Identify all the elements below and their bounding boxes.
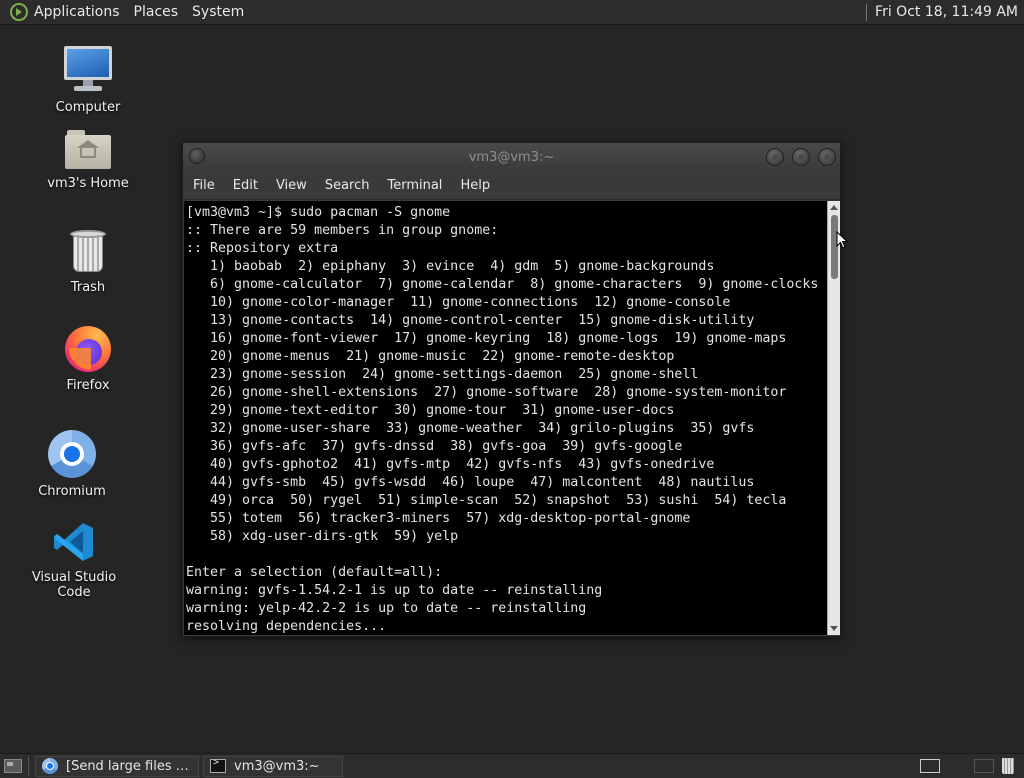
- taskbar-item-chromium[interactable]: [Send large files up ...: [35, 755, 199, 777]
- close-button[interactable]: [818, 148, 836, 166]
- desktop-icon-label: Chromium: [38, 484, 106, 499]
- places-menu[interactable]: Places: [134, 4, 179, 20]
- terminal-menubar: File Edit View Search Terminal Help: [183, 171, 840, 200]
- terminal-line: 10) gnome-color-manager 11) gnome-connec…: [186, 295, 731, 310]
- show-desktop-icon[interactable]: [4, 759, 22, 773]
- terminal-line: Enter a selection (default=all):: [186, 565, 443, 580]
- terminal-line: 16) gnome-font-viewer 17) gnome-keyring …: [186, 331, 787, 346]
- menu-file[interactable]: File: [193, 178, 215, 193]
- terminal-line: 6) gnome-calculator 7) gnome-calendar 8)…: [186, 277, 819, 292]
- taskbar-item-terminal[interactable]: vm3@vm3:~: [203, 755, 343, 777]
- terminal-line: warning: gvfs-1.54.2-1 is up to date -- …: [186, 583, 603, 598]
- terminal-line: 23) gnome-session 24) gnome-settings-dae…: [186, 367, 699, 382]
- computer-icon: [63, 44, 113, 94]
- terminal-line: 32) gnome-user-share 33) gnome-weather 3…: [186, 421, 755, 436]
- minimize-button[interactable]: [766, 148, 784, 166]
- firefox-icon: [65, 326, 111, 372]
- terminal-line: 49) orca 50) rygel 51) simple-scan 52) s…: [186, 493, 787, 508]
- desktop-icon-label: Visual Studio Code: [31, 570, 117, 600]
- terminal-line: 55) totem 56) tracker3-miners 57) xdg-de…: [186, 511, 691, 526]
- terminal-line: :: There are 59 members in group gnome:: [186, 223, 499, 238]
- terminal-output[interactable]: [vm3@vm3 ~]$ sudo pacman -S gnome:: Ther…: [184, 201, 827, 635]
- trash-icon: [70, 230, 106, 274]
- terminal-line: 36) gvfs-afc 37) gvfs-dnssd 38) gvfs-goa…: [186, 439, 683, 454]
- workspace-switcher-2[interactable]: [974, 759, 994, 773]
- bottom-panel: [Send large files up ... vm3@vm3:~: [0, 753, 1024, 778]
- terminal-line: warning: yelp-42.2-2 is up to date -- re…: [186, 601, 587, 616]
- home-folder-icon: [65, 128, 111, 170]
- desktop-icon-trash[interactable]: Trash: [28, 230, 148, 295]
- window-titlebar[interactable]: vm3@vm3:~: [183, 143, 840, 171]
- terminal-line: 40) gvfs-gphoto2 41) gvfs-mtp 42) gvfs-n…: [186, 457, 715, 472]
- vscode-icon: [52, 520, 96, 564]
- trash-applet-icon[interactable]: [1002, 758, 1014, 774]
- taskbar-item-label: [Send large files up ...: [66, 758, 192, 774]
- desktop-icon-label: Firefox: [66, 378, 110, 393]
- mouse-pointer-icon: [836, 231, 848, 249]
- menu-help[interactable]: Help: [460, 178, 490, 193]
- terminal-line: :: Repository extra: [186, 241, 339, 256]
- desktop-icon-home[interactable]: vm3's Home: [28, 128, 148, 191]
- system-menu[interactable]: System: [192, 4, 244, 20]
- window-title: vm3@vm3:~: [468, 149, 555, 165]
- menu-view[interactable]: View: [276, 178, 307, 193]
- chromium-icon: [48, 430, 96, 478]
- terminal-line: 13) gnome-contacts 14) gnome-control-cen…: [186, 313, 755, 328]
- menu-terminal[interactable]: Terminal: [387, 178, 442, 193]
- terminal-line: 44) gvfs-smb 45) gvfs-wsdd 46) loupe 47)…: [186, 475, 755, 490]
- top-panel: Applications Places System Fri Oct 18, 1…: [0, 0, 1024, 25]
- clock[interactable]: Fri Oct 18, 11:49 AM: [875, 4, 1018, 20]
- taskbar-item-label: vm3@vm3:~: [234, 758, 320, 774]
- terminal-line: 58) xdg-user-dirs-gtk 59) yelp: [186, 529, 459, 544]
- menu-search[interactable]: Search: [325, 178, 370, 193]
- desktop-icon-computer[interactable]: Computer: [28, 44, 148, 115]
- menu-edit[interactable]: Edit: [233, 178, 258, 193]
- desktop-icon-label: vm3's Home: [47, 176, 129, 191]
- distro-logo-icon[interactable]: [10, 3, 28, 21]
- terminal-line: 26) gnome-shell-extensions 27) gnome-sof…: [186, 385, 787, 400]
- desktop-icon-firefox[interactable]: Firefox: [28, 326, 148, 393]
- panel-separator: [28, 756, 29, 776]
- panel-separator: [866, 3, 868, 21]
- desktop-icon-chromium[interactable]: Chromium: [12, 430, 132, 499]
- scroll-down-arrow-icon[interactable]: [830, 626, 838, 631]
- terminal-window[interactable]: vm3@vm3:~ File Edit View Search Terminal…: [182, 142, 841, 637]
- desktop-icon-vscode[interactable]: Visual Studio Code: [14, 520, 134, 600]
- window-menu-button[interactable]: [189, 148, 205, 164]
- applications-menu[interactable]: Applications: [34, 4, 120, 20]
- desktop-icon-label: Trash: [70, 280, 106, 295]
- terminal-icon: [210, 757, 226, 773]
- terminal-line: resolving dependencies...: [186, 619, 387, 634]
- terminal-line: 1) baobab 2) epiphany 3) evince 4) gdm 5…: [186, 259, 715, 274]
- terminal-line: 20) gnome-menus 21) gnome-music 22) gnom…: [186, 349, 675, 364]
- terminal-line: 29) gnome-text-editor 30) gnome-tour 31)…: [186, 403, 675, 418]
- chromium-icon: [42, 758, 58, 774]
- desktop-icon-label: Computer: [55, 100, 121, 115]
- workspace-switcher-1[interactable]: [920, 759, 940, 773]
- scroll-up-arrow-icon[interactable]: [830, 205, 838, 210]
- terminal-line: [vm3@vm3 ~]$ sudo pacman -S gnome: [186, 205, 451, 220]
- terminal-scrollbar[interactable]: [827, 201, 840, 635]
- maximize-button[interactable]: [792, 148, 810, 166]
